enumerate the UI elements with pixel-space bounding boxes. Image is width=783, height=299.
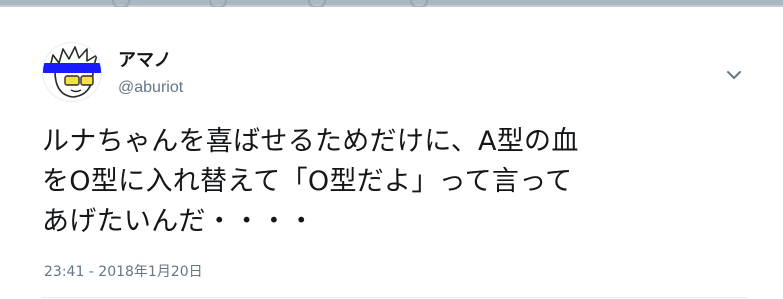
avatar[interactable] bbox=[42, 42, 102, 102]
chevron-down-icon[interactable] bbox=[723, 64, 745, 86]
author-display-name[interactable]: アマノ bbox=[118, 46, 171, 72]
avatar-image bbox=[43, 43, 101, 101]
divider bbox=[42, 297, 747, 298]
tweet-timestamp[interactable]: 23:41 - 2018年1月20日 bbox=[44, 261, 203, 281]
author-handle[interactable]: @aburiot bbox=[118, 79, 183, 97]
tweet-text: ルナちゃんを喜ばせるためだけに、A型の血 をO型に入れ替えて「O型だよ」って言っ… bbox=[42, 122, 742, 242]
tweet-text-line: ルナちゃんを喜ばせるためだけに、A型の血 bbox=[42, 126, 579, 157]
tweet-text-line: をO型に入れ替えて「O型だよ」って言って bbox=[42, 166, 573, 197]
tweet-text-line: あげたいんだ・・・・ bbox=[42, 206, 315, 237]
